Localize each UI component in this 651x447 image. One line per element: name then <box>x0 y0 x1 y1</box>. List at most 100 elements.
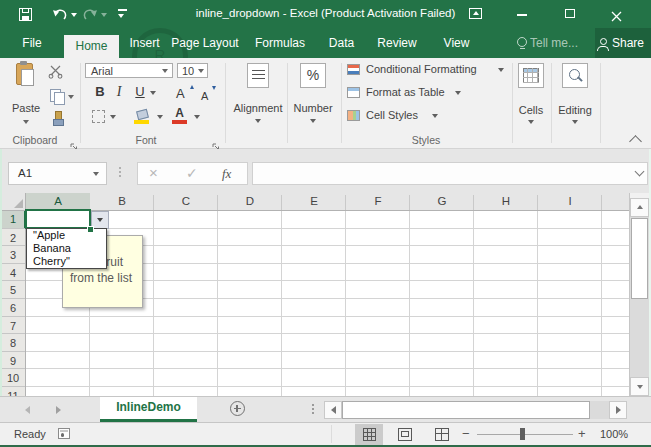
vertical-scrollbar[interactable] <box>629 193 649 396</box>
formula-input[interactable] <box>252 162 648 185</box>
row-header-8[interactable]: 8 <box>2 337 24 349</box>
close-button[interactable] <box>611 8 622 26</box>
ribbon-display-options-icon[interactable] <box>469 8 482 19</box>
font-name-dropdown-icon[interactable] <box>162 69 168 73</box>
share-button[interactable]: Share <box>612 28 644 58</box>
font-size-dropdown-icon[interactable] <box>198 69 204 73</box>
zoom-slider-thumb[interactable] <box>520 428 525 440</box>
font-color-dropdown-icon[interactable] <box>194 115 200 119</box>
cut-icon[interactable] <box>48 65 63 83</box>
cell-styles-icon <box>347 110 360 121</box>
column-header-e[interactable]: E <box>282 195 346 207</box>
enter-button[interactable]: ✓ <box>186 165 198 181</box>
insert-function-button[interactable]: fx <box>222 166 231 182</box>
editing-button[interactable]: Editing <box>548 58 602 128</box>
name-box-dropdown-icon[interactable] <box>93 172 99 176</box>
bold-button[interactable]: B <box>93 84 107 102</box>
font-size-combo[interactable]: 10 <box>177 63 208 78</box>
tab-page-layout[interactable]: Page Layout <box>168 28 242 58</box>
row-header-10[interactable]: 10 <box>2 372 24 384</box>
minimize-button[interactable] <box>517 14 527 16</box>
row-header-6[interactable]: 6 <box>2 302 24 314</box>
copy-dropdown-icon[interactable] <box>68 95 74 99</box>
paste-label: Paste <box>6 102 46 114</box>
column-header-c[interactable]: C <box>154 195 218 207</box>
scroll-up-button[interactable] <box>630 198 649 217</box>
view-page-layout-button[interactable] <box>398 428 412 441</box>
formula-bar-grip[interactable] <box>119 167 121 169</box>
tab-file[interactable]: File <box>8 28 56 58</box>
row-header-1-selected[interactable]: 1 <box>2 211 26 229</box>
scroll-right-button[interactable] <box>609 401 627 419</box>
tab-home[interactable]: Home <box>64 35 119 58</box>
column-header-a-selected[interactable]: A <box>26 193 90 211</box>
copy-icon[interactable] <box>50 89 66 104</box>
tab-data[interactable]: Data <box>318 28 365 58</box>
row-header-2[interactable]: 2 <box>2 232 24 244</box>
format-as-table-button[interactable]: Format as Table <box>345 86 510 102</box>
row-header-5[interactable]: 5 <box>2 284 24 296</box>
sheet-tab-inlinedemo[interactable]: InlineDemo <box>100 397 197 422</box>
zoom-in-button[interactable]: + <box>578 426 586 441</box>
dropdown-item-cherry[interactable]: Cherry" <box>27 255 106 268</box>
paste-button[interactable]: Paste <box>6 60 46 130</box>
row-header-4[interactable]: 4 <box>2 267 24 279</box>
format-painter-icon[interactable] <box>51 111 65 125</box>
fill-color-dropdown-icon[interactable] <box>157 115 163 119</box>
column-header-d[interactable]: D <box>218 195 282 207</box>
maximize-button[interactable] <box>565 9 575 18</box>
cancel-button[interactable]: × <box>149 164 158 181</box>
borders-icon[interactable] <box>92 110 105 123</box>
italic-button[interactable]: I <box>113 84 125 102</box>
number-button[interactable]: % Number <box>284 58 342 128</box>
zoom-slider-track[interactable] <box>477 434 573 435</box>
column-header-i[interactable]: I <box>538 195 602 207</box>
sheet-nav-left-icon[interactable] <box>25 406 30 414</box>
row-header-3[interactable]: 3 <box>2 249 24 261</box>
sheet-nav-right-icon[interactable] <box>56 406 61 414</box>
vertical-scroll-thumb[interactable] <box>631 218 648 299</box>
dropdown-item-apple[interactable]: "Apple <box>27 229 106 242</box>
dropdown-item-banana[interactable]: Banana <box>27 242 106 255</box>
selected-cell-a1[interactable] <box>25 209 91 229</box>
row-header-7[interactable]: 7 <box>2 320 24 332</box>
view-page-break-button[interactable] <box>435 428 449 441</box>
view-normal-button[interactable] <box>355 424 383 445</box>
underline-dropdown-icon[interactable] <box>150 91 156 95</box>
conditional-formatting-button[interactable]: Conditional Formatting <box>345 63 510 79</box>
column-header-b[interactable]: B <box>90 195 154 207</box>
zoom-level[interactable]: 100% <box>600 428 628 440</box>
tab-bar-grip[interactable] <box>312 404 314 406</box>
collapse-ribbon-icon[interactable] <box>629 135 642 148</box>
shrink-font-button[interactable]: A <box>201 86 219 104</box>
column-header-f[interactable]: F <box>346 195 410 207</box>
tab-tell-me[interactable]: Tell me... <box>530 28 578 58</box>
grow-font-button[interactable]: A <box>176 84 194 102</box>
borders-dropdown-icon[interactable] <box>110 115 116 119</box>
macro-record-icon[interactable] <box>58 428 70 439</box>
tell-me-bulb-icon[interactable] <box>517 37 527 47</box>
fill-color-icon[interactable] <box>134 108 154 126</box>
font-name-combo[interactable]: Arial <box>85 63 173 78</box>
alignment-button[interactable]: Alignment <box>224 58 292 128</box>
cell-styles-button[interactable]: Cell Styles <box>345 109 510 125</box>
select-all-corner[interactable] <box>2 193 26 211</box>
column-header-g[interactable]: G <box>410 195 474 207</box>
horizontal-scrollbar[interactable] <box>324 401 627 419</box>
font-color-icon[interactable]: A <box>172 106 190 126</box>
tab-formulas[interactable]: Formulas <box>246 28 314 58</box>
tab-review[interactable]: Review <box>369 28 425 58</box>
font-group-label: Font <box>111 134 181 146</box>
fill-handle[interactable] <box>87 226 94 233</box>
zoom-out-button[interactable]: − <box>462 426 470 441</box>
underline-button[interactable]: U <box>134 84 146 102</box>
horizontal-scroll-thumb[interactable] <box>342 401 590 419</box>
column-header-h[interactable]: H <box>474 195 538 207</box>
tab-insert[interactable]: Insert <box>122 28 167 58</box>
name-box[interactable]: A1 <box>8 162 107 185</box>
scroll-down-button[interactable] <box>630 377 649 396</box>
new-sheet-button[interactable] <box>230 401 245 416</box>
row-header-9[interactable]: 9 <box>2 355 24 367</box>
scroll-left-button[interactable] <box>324 401 342 419</box>
tab-view[interactable]: View <box>431 28 482 58</box>
